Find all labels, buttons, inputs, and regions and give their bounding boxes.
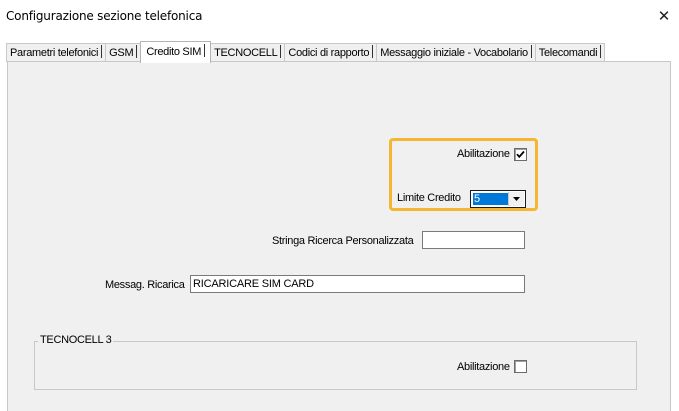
stringa-ricerca-input[interactable] [422,231,525,249]
close-icon: ✕ [657,7,671,25]
tab-separator [530,45,532,58]
tab-strip: Parametri telefonici GSM Credito SIM TEC… [6,40,606,63]
tab-separator [204,44,206,57]
tab-label: Parametri telefonici [10,47,99,59]
dropdown-button[interactable] [508,192,524,206]
tab-separator [101,45,103,58]
tecnocell3-groupbox [34,341,637,390]
tab-separator [600,45,602,58]
abilitazione-checkbox[interactable] [514,148,527,161]
tab-messaggio-iniziale[interactable]: Messaggio iniziale - Vocabolario [376,43,536,62]
tab-credito-sim[interactable]: Credito SIM [140,41,212,63]
tab-label: Codici di rapporto [288,47,370,59]
tab-gsm[interactable]: GSM [105,43,142,62]
tab-label: Telecomandi [538,47,598,59]
stringa-ricerca-label: Stringa Ricerca Personalizzata [272,235,414,247]
tab-label: GSM [109,47,134,59]
messag-ricarica-input[interactable]: RICARICARE SIM CARD [190,275,525,293]
window-title: Configurazione sezione telefonica [6,9,203,23]
tecnocell3-group-label: TECNOCELL 3 [38,334,114,346]
tecnocell3-abilitazione-checkbox[interactable] [514,360,527,373]
dialog-window: Configurazione sezione telefonica ✕ Para… [0,0,679,411]
title-bar[interactable]: Configurazione sezione telefonica ✕ [0,0,679,32]
tab-label: Credito SIM [146,46,202,58]
tab-parametri-telefonici[interactable]: Parametri telefonici [6,43,107,62]
limite-credito-select[interactable]: 5 [470,190,526,208]
chevron-down-icon [513,197,520,201]
abilitazione-label: Abilitazione [457,148,510,160]
tab-tecnocell[interactable]: TECNOCELL [210,43,286,62]
tab-label: TECNOCELL [214,47,278,59]
close-button[interactable]: ✕ [649,0,679,32]
tab-separator [136,45,138,58]
tab-separator [280,45,282,58]
tecnocell3-abilitazione-label: Abilitazione [457,361,510,373]
messag-ricarica-label: Messag. Ricarica [105,279,185,291]
tab-separator [372,45,374,58]
check-icon [516,150,525,159]
limite-credito-label: Limite Credito [397,192,461,204]
tab-codici-di-rapporto[interactable]: Codici di rapporto [284,43,378,62]
limite-credito-value: 5 [473,193,508,205]
tab-label: Messaggio iniziale - Vocabolario [380,47,528,59]
tab-telecomandi[interactable]: Telecomandi [534,43,606,62]
